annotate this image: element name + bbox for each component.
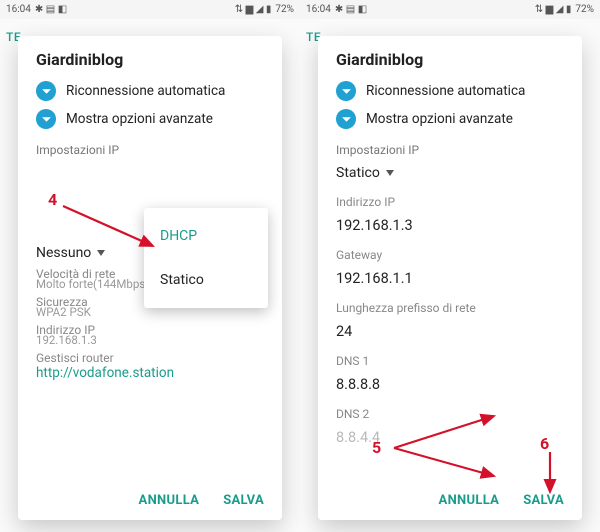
cancel-button[interactable]: ANNULLA xyxy=(139,493,200,508)
annotation-number-4: 4 xyxy=(48,190,57,209)
chevron-down-icon xyxy=(336,109,356,129)
dialog-title: Giardiniblog xyxy=(36,50,264,69)
ip-settings-dropdown: DHCP Statico xyxy=(144,208,268,308)
router-label: Gestisci router xyxy=(36,351,264,365)
chevron-down-icon xyxy=(36,81,56,101)
gateway-field[interactable]: 192.168.1.1 xyxy=(336,270,564,287)
dialog-title: Giardiniblog xyxy=(336,50,564,69)
status-icons-left: ✱ ▤ ◧ xyxy=(35,4,67,15)
save-button[interactable]: SALVA xyxy=(223,493,264,508)
dialog-actions: ANNULLA SALVA xyxy=(18,483,282,520)
ip-settings-label: Impostazioni IP xyxy=(36,143,264,157)
status-icons-right: ⇅ ▆ ◢ ▮ xyxy=(235,4,272,15)
ip-settings-spinner[interactable]: Statico xyxy=(336,165,564,181)
auto-reconnect-row[interactable]: Riconnessione automatica xyxy=(336,81,564,101)
dialog-actions: ANNULLA SALVA xyxy=(318,483,582,520)
dropdown-item-static[interactable]: Statico xyxy=(144,258,268,302)
gateway-field-label: Gateway xyxy=(336,248,564,262)
chevron-down-icon xyxy=(336,81,356,101)
status-battery: 72% xyxy=(275,4,294,15)
wifi-dialog: Giardiniblog Riconnessione automatica Mo… xyxy=(18,36,282,520)
status-icons-left: ✱ ▤ ◧ xyxy=(335,4,367,15)
chevron-down-icon xyxy=(386,170,394,176)
auto-reconnect-row[interactable]: Riconnessione automatica xyxy=(36,81,264,101)
chevron-down-icon xyxy=(97,250,105,256)
status-time: 16:04 xyxy=(306,4,331,15)
advanced-options-row[interactable]: Mostra opzioni avanzate xyxy=(36,109,264,129)
dns2-label: DNS 2 xyxy=(336,407,564,421)
prefix-len-field[interactable]: 24 xyxy=(336,323,564,340)
prefix-len-label: Lunghezza prefisso di rete xyxy=(336,301,564,315)
status-battery: 72% xyxy=(575,4,594,15)
dns2-field[interactable]: 8.8.4.4 xyxy=(336,429,564,446)
advanced-options-row[interactable]: Mostra opzioni avanzate xyxy=(336,109,564,129)
status-time: 16:04 xyxy=(6,4,31,15)
dropdown-item-dhcp[interactable]: DHCP xyxy=(144,214,268,258)
ip-field[interactable]: 192.168.1.3 xyxy=(336,217,564,234)
cancel-button[interactable]: ANNULLA xyxy=(439,493,500,508)
router-link[interactable]: http://vodafone.station xyxy=(36,365,264,381)
save-button[interactable]: SALVA xyxy=(523,493,564,508)
advanced-options-label: Mostra opzioni avanzate xyxy=(366,111,513,127)
dns1-field[interactable]: 8.8.8.8 xyxy=(336,376,564,393)
advanced-options-label: Mostra opzioni avanzate xyxy=(66,111,213,127)
chevron-down-icon xyxy=(36,109,56,129)
annotation-number-5: 5 xyxy=(372,438,381,457)
phone-right: 16:04✱ ▤ ◧ ⇅ ▆ ◢ ▮72% TE Giardiniblog Ri… xyxy=(300,0,600,532)
auto-reconnect-label: Riconnessione automatica xyxy=(366,83,525,99)
status-bar: 16:04 ✱ ▤ ◧ ⇅ ▆ ◢ ▮72% xyxy=(0,0,300,19)
dns1-label: DNS 1 xyxy=(336,354,564,368)
phone-left: 16:04✱ ▤ ◧ ⇅ ▆ ◢ ▮72% TE Giardiniblog Ri… xyxy=(0,0,300,532)
ip-field-label: Indirizzo IP xyxy=(336,195,564,209)
annotation-number-6: 6 xyxy=(540,434,549,453)
ip-settings-label: Impostazioni IP xyxy=(336,143,564,157)
status-bar: 16:04 ✱ ▤ ◧ ⇅ ▆ ◢ ▮72% xyxy=(300,0,600,19)
auto-reconnect-label: Riconnessione automatica xyxy=(66,83,225,99)
status-icons-right: ⇅ ▆ ◢ ▮ xyxy=(535,4,572,15)
ip-address-value: 192.168.1.3 xyxy=(36,333,264,347)
